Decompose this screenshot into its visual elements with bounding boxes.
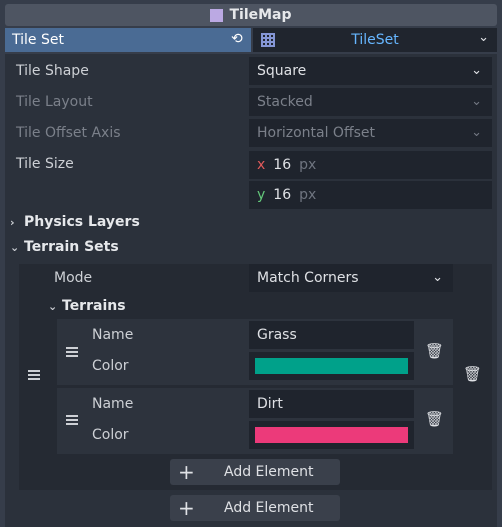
tile-layout-select: Stacked ⌄ xyxy=(249,88,492,116)
terrain-name-input[interactable]: Grass xyxy=(249,321,414,349)
add-element-label: Add Element xyxy=(224,500,314,516)
physics-layers-label: Physics Layers xyxy=(24,214,140,230)
terrain-color-label: Color xyxy=(92,427,129,443)
tile-set-label: Tile Set ⟲ xyxy=(5,28,251,52)
drag-handle-icon[interactable] xyxy=(66,347,78,357)
tile-layout-label: Tile Layout xyxy=(16,94,93,110)
chevron-down-icon: ⌄ xyxy=(10,240,20,254)
trash-icon[interactable]: 🗑 xyxy=(463,366,482,382)
tile-set-row: Tile Set ⟲ TileSet ⌄ xyxy=(5,28,497,52)
tile-shape-value: Square xyxy=(257,63,307,79)
chevron-down-icon: ⌄ xyxy=(471,63,482,78)
chevron-down-icon: ⌄ xyxy=(48,299,58,313)
trash-icon[interactable]: 🗑 xyxy=(425,411,444,427)
terrain-name-label: Name xyxy=(92,396,134,412)
tile-set-resource-picker[interactable]: TileSet ⌄ xyxy=(253,28,497,52)
chevron-right-icon: › xyxy=(10,215,15,229)
terrain-color-picker[interactable] xyxy=(249,421,414,449)
tile-size-x-field[interactable]: x 16 px xyxy=(249,151,492,179)
add-terrain-button[interactable]: + Add Element xyxy=(170,459,340,485)
reload-icon[interactable]: ⟲ xyxy=(231,32,245,46)
tile-offset-axis-value: Horizontal Offset xyxy=(257,125,375,141)
chevron-down-icon: ⌄ xyxy=(432,270,443,285)
trash-icon[interactable]: 🗑 xyxy=(425,343,444,359)
tile-size-y-field[interactable]: y 16 px xyxy=(249,181,492,209)
plus-icon: + xyxy=(178,460,195,484)
drag-handle-icon[interactable] xyxy=(66,415,78,425)
chevron-down-icon: ⌄ xyxy=(471,125,482,140)
terrain-color-label: Color xyxy=(92,358,129,374)
header-title: TileMap xyxy=(229,7,292,23)
add-element-label: Add Element xyxy=(224,464,314,480)
tile-set-value: TileSet xyxy=(351,32,399,48)
terrains-section[interactable]: ⌄ Terrains xyxy=(48,298,126,314)
y-axis-label: y xyxy=(257,187,266,203)
terrains-label: Terrains xyxy=(62,298,126,314)
plus-icon: + xyxy=(178,496,195,520)
tile-set-label-text: Tile Set xyxy=(12,32,64,48)
tile-shape-select[interactable]: Square ⌄ xyxy=(249,57,492,85)
mode-value: Match Corners xyxy=(257,270,359,286)
terrain-color-picker[interactable] xyxy=(249,352,414,380)
chevron-down-icon: ⌄ xyxy=(471,94,482,109)
tilemap-icon xyxy=(210,8,224,22)
tile-size-y-value: 16 xyxy=(273,187,292,203)
terrain-name-label: Name xyxy=(92,327,134,343)
tile-offset-axis-label: Tile Offset Axis xyxy=(16,125,121,141)
color-swatch-dirt xyxy=(255,427,408,443)
mode-select[interactable]: Match Corners ⌄ xyxy=(249,264,453,292)
chevron-down-icon[interactable]: ⌄ xyxy=(478,30,489,45)
terrain-name-value: Dirt xyxy=(257,396,283,412)
tile-size-x-value: 16 xyxy=(273,157,292,173)
terrain-name-input[interactable]: Dirt xyxy=(249,390,414,418)
x-axis-label: x xyxy=(257,157,266,173)
color-swatch-grass xyxy=(255,358,408,374)
tile-size-y-unit: px xyxy=(299,187,317,203)
tile-shape-label: Tile Shape xyxy=(16,63,89,79)
tile-offset-axis-select: Horizontal Offset ⌄ xyxy=(249,119,492,147)
tileset-icon xyxy=(261,33,275,47)
terrain-name-value: Grass xyxy=(257,327,297,343)
drag-handle-icon[interactable] xyxy=(28,370,40,380)
mode-label: Mode xyxy=(54,270,93,286)
tile-layout-value: Stacked xyxy=(257,94,313,110)
terrain-sets-label: Terrain Sets xyxy=(24,239,119,255)
inspector-header: TileMap xyxy=(5,4,497,26)
add-terrain-set-button[interactable]: + Add Element xyxy=(170,495,340,521)
tile-size-x-unit: px xyxy=(299,157,317,173)
tile-size-label: Tile Size xyxy=(16,156,74,172)
physics-layers-section[interactable]: › Physics Layers xyxy=(10,214,140,230)
terrain-sets-section[interactable]: ⌄ Terrain Sets xyxy=(10,239,119,255)
